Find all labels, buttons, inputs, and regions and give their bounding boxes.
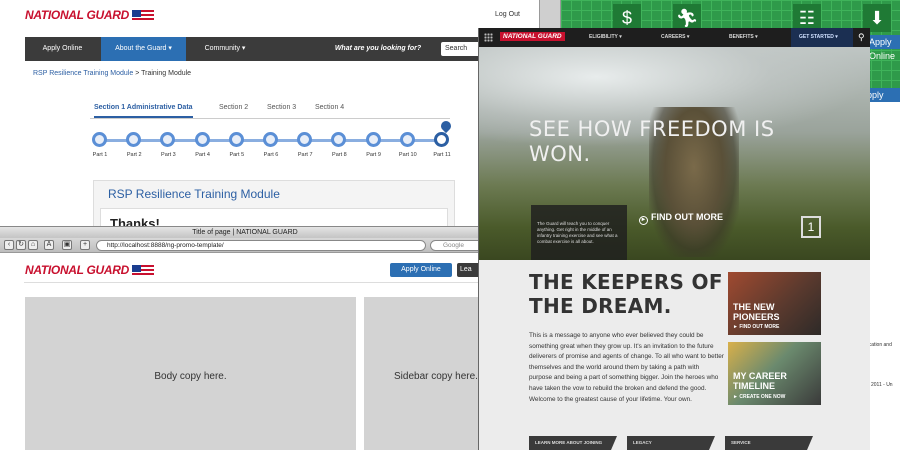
promo-new-pioneers[interactable]: THE NEW PIONEERS ► FIND OUT MORE bbox=[728, 272, 821, 335]
promo-title: MY CAREER TIMELINE bbox=[733, 371, 787, 391]
slide-counter: 1 bbox=[801, 216, 821, 238]
add-icon[interactable]: + bbox=[80, 240, 90, 250]
chevron-down-icon: ▾ bbox=[241, 45, 246, 52]
progress-step-label: Part 7 bbox=[297, 152, 313, 158]
national-guard-logo[interactable]: NATIONAL GUARD bbox=[25, 8, 155, 22]
breadcrumb-link[interactable]: RSP Resilience Training Module bbox=[33, 70, 133, 77]
chevron-down-icon: ▾ bbox=[755, 34, 758, 40]
apply-online-button[interactable]: Apply Online bbox=[390, 263, 452, 277]
slide-pager bbox=[538, 257, 559, 260]
tab-divider bbox=[90, 118, 450, 119]
tab-section-1[interactable]: Section 1 Administrative Data bbox=[94, 98, 193, 118]
find-out-more-link[interactable]: ► FIND OUT MORE bbox=[639, 212, 723, 225]
progress-step-label: Part 9 bbox=[366, 152, 381, 158]
get-started-button[interactable]: GET STARTED ▾ bbox=[791, 28, 853, 47]
back-icon[interactable]: ‹ bbox=[4, 240, 14, 250]
progress-step-label: Part 6 bbox=[263, 152, 279, 158]
apply-online-snippet-1[interactable]: Apply Online bbox=[866, 35, 900, 61]
promo-cta[interactable]: ► CREATE ONE NOW bbox=[733, 394, 785, 400]
nav-apply-online[interactable]: Apply Online bbox=[25, 37, 100, 61]
chevron-down-icon: ▾ bbox=[686, 34, 690, 40]
flag-icon bbox=[132, 264, 155, 277]
progress-step[interactable] bbox=[331, 132, 347, 147]
window-title: Title of page | NATIONAL GUARD bbox=[0, 227, 490, 238]
main-nav: Apply Online About the Guard ▾ Community… bbox=[25, 37, 539, 61]
module-title: RSP Resilience Training Module bbox=[108, 187, 280, 201]
hero-banner: SEE HOW FREEDOM IS WON. The Guard will t… bbox=[479, 47, 870, 260]
progress-step[interactable] bbox=[434, 132, 449, 147]
current-position-pin-icon bbox=[438, 118, 454, 134]
tab-section-4[interactable]: Section 4 bbox=[315, 98, 344, 118]
promo-career-timeline[interactable]: MY CAREER TIMELINE ► CREATE ONE NOW bbox=[728, 342, 821, 405]
nav-community[interactable]: Community ▾ bbox=[190, 37, 260, 61]
nav-eligibility[interactable]: ELIGIBILITY ▾ bbox=[589, 28, 622, 47]
progress-step[interactable] bbox=[194, 132, 210, 147]
progress-step-label: Part 3 bbox=[161, 152, 176, 158]
progress-step-label: Part 2 bbox=[126, 152, 142, 158]
url-input[interactable]: http://localhost:8888/ng-promo-template/ bbox=[96, 240, 426, 251]
search-icon[interactable]: ⚲ bbox=[858, 32, 868, 42]
grid-menu-icon[interactable] bbox=[484, 33, 493, 42]
progress-step[interactable] bbox=[297, 132, 313, 147]
national-guard-logo[interactable]: NATIONAL GUARD bbox=[500, 32, 565, 41]
sidebar-copy-text: Sidebar copy here. bbox=[394, 371, 478, 382]
font-size-icon[interactable]: A bbox=[44, 240, 54, 250]
national-guard-logo[interactable]: NATIONAL GUARD bbox=[25, 263, 155, 277]
progress-step[interactable] bbox=[228, 132, 244, 147]
reload-icon[interactable]: ↻ bbox=[16, 240, 26, 250]
top-nav: NATIONAL GUARD ELIGIBILITY ▾ CAREERS ▾ B… bbox=[479, 28, 870, 47]
flag-icon bbox=[132, 9, 155, 22]
home-icon[interactable]: ⌂ bbox=[28, 240, 38, 250]
training-module-window: NATIONAL GUARD Log Out Apply Online Abou… bbox=[0, 0, 540, 240]
marketing-page-window: NATIONAL GUARD ELIGIBILITY ▾ CAREERS ▾ B… bbox=[478, 28, 870, 450]
progress-step[interactable] bbox=[160, 132, 176, 147]
progress-step[interactable] bbox=[365, 132, 381, 147]
logout-link[interactable]: Log Out bbox=[495, 11, 520, 18]
promo-title: THE NEW PIONEERS bbox=[733, 302, 780, 322]
tab-section-3[interactable]: Section 3 bbox=[267, 98, 296, 118]
progress-step-label: Part 11 bbox=[433, 152, 451, 158]
hero-headline: SEE HOW FREEDOM IS WON. bbox=[529, 117, 775, 166]
tab-section-2[interactable]: Section 2 bbox=[219, 98, 248, 118]
nav-benefits[interactable]: BENEFITS ▾ bbox=[729, 28, 758, 47]
chevron-down-icon: ▾ bbox=[168, 45, 172, 52]
breadcrumb-current: Training Module bbox=[141, 70, 192, 77]
progress-step-label: Part 1 bbox=[92, 152, 108, 158]
tab-learn-more[interactable]: LEARN MORE ABOUT JOINING bbox=[529, 436, 617, 450]
progress-step-label: Part 5 bbox=[229, 152, 245, 158]
hero-caption: The Guard will teach you to conquer anyt… bbox=[531, 205, 627, 260]
tab-icon[interactable]: ▣ bbox=[62, 240, 72, 250]
progress-step-label: Part 8 bbox=[332, 152, 347, 158]
keepers-body-text: This is a message to anyone who ever bel… bbox=[529, 332, 724, 403]
body-copy-text: Body copy here. bbox=[154, 371, 227, 382]
progress-step[interactable] bbox=[126, 132, 142, 147]
browser-toolbar: ‹ ↻ ⌂ A ▣ + http://localhost:8888/ng-pro… bbox=[0, 238, 490, 253]
progress-step-label: Part 4 bbox=[195, 152, 210, 158]
nav-about-the-guard[interactable]: About the Guard ▾ bbox=[101, 37, 186, 61]
breadcrumb: RSP Resilience Training Module > Trainin… bbox=[33, 70, 192, 77]
tab-legacy[interactable]: LEGACY bbox=[627, 436, 715, 450]
progress-step[interactable] bbox=[399, 132, 415, 147]
progress-step[interactable] bbox=[92, 132, 107, 147]
progress-step-label: Part 10 bbox=[398, 152, 417, 158]
chevron-down-icon: ▾ bbox=[619, 34, 622, 40]
tab-service[interactable]: SERVICE bbox=[725, 436, 813, 450]
promo-template-window: Title of page | NATIONAL GUARD ‹ ↻ ⌂ A ▣… bbox=[0, 226, 490, 450]
arrow-right-icon: ► bbox=[639, 216, 648, 225]
search-prompt: What are you looking for? bbox=[334, 45, 422, 52]
header-divider bbox=[24, 282, 490, 283]
nav-careers[interactable]: CAREERS ▾ bbox=[661, 28, 689, 47]
promo-cta[interactable]: ► FIND OUT MORE bbox=[733, 324, 779, 330]
progress-step[interactable] bbox=[263, 132, 278, 147]
keepers-heading: THE KEEPERS OF THE DREAM. bbox=[529, 270, 723, 318]
